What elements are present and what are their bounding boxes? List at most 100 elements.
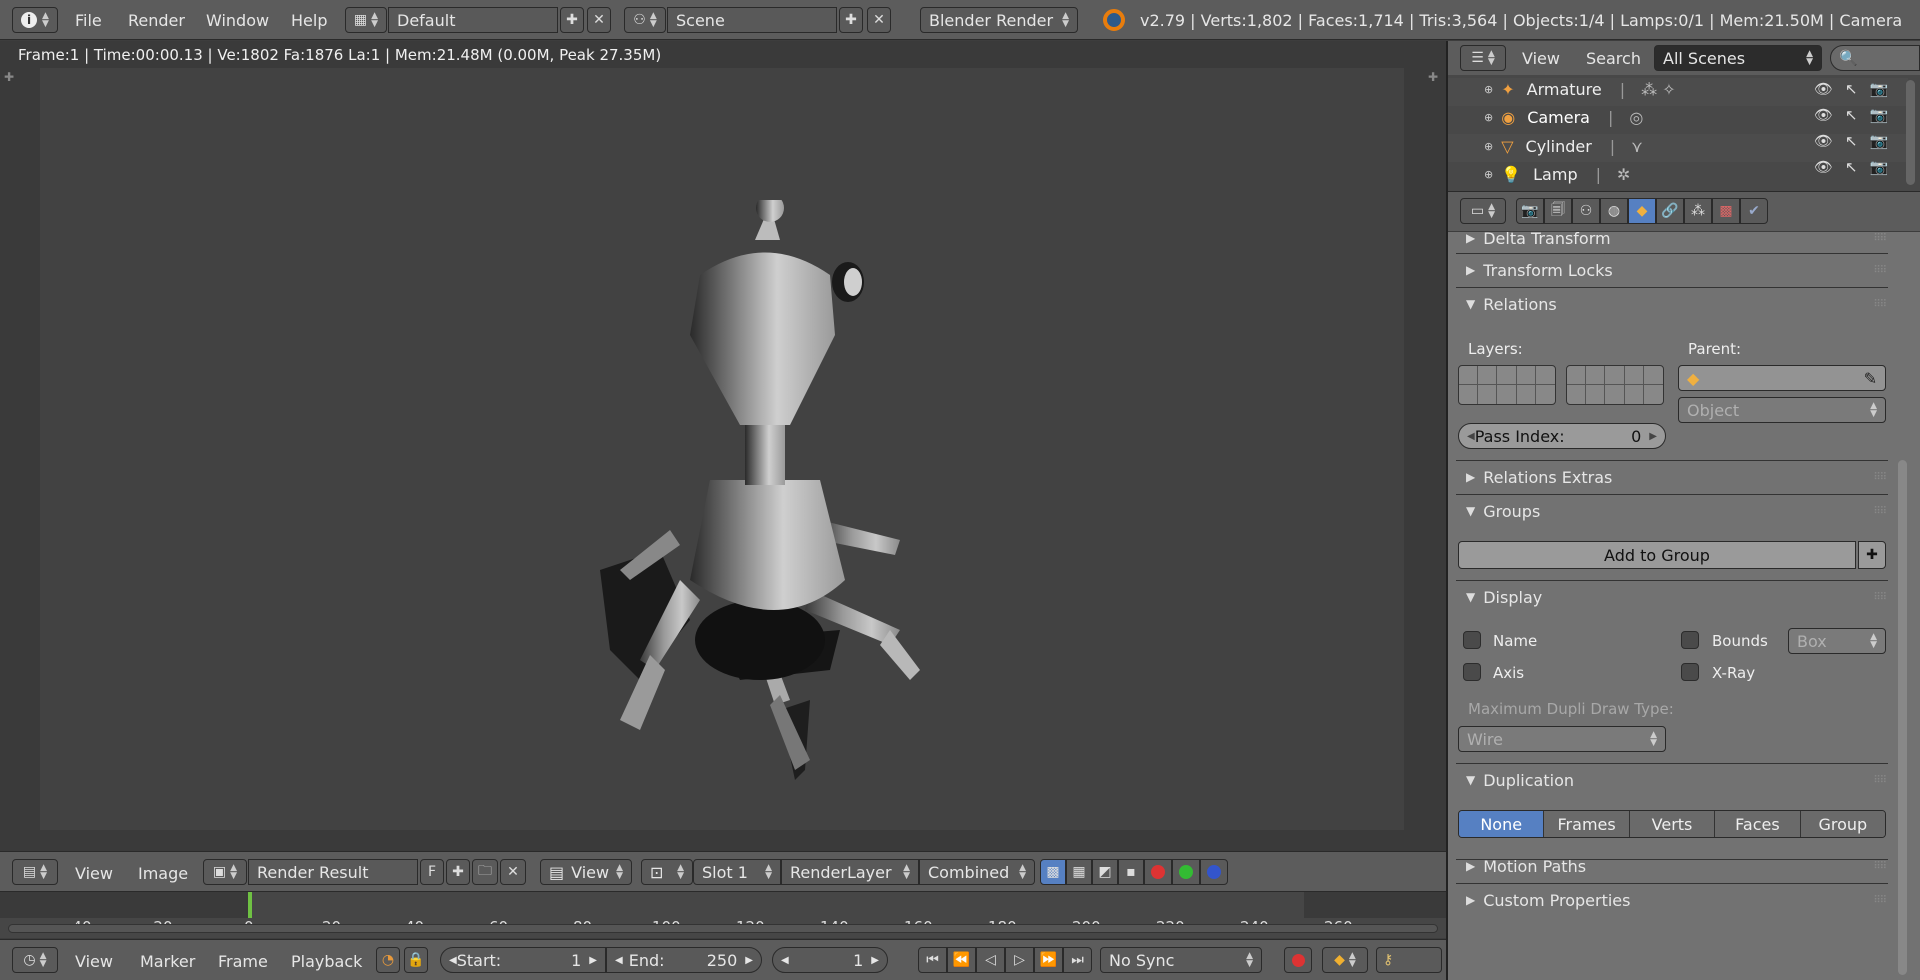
- parent-field[interactable]: ◆ ✎: [1678, 365, 1886, 391]
- world-tab[interactable]: ◍: [1600, 198, 1628, 224]
- new-group-button[interactable]: ✚: [1858, 541, 1886, 569]
- timeline-scrollbar[interactable]: [8, 924, 1438, 933]
- panel-motion-paths[interactable]: ▶ Motion Paths ⠿⠿: [1466, 854, 1887, 878]
- dup-frames-button[interactable]: Frames: [1544, 811, 1630, 837]
- green-channel-button[interactable]: [1172, 859, 1200, 885]
- expand-icon[interactable]: ⊕: [1484, 140, 1493, 153]
- cursor-icon[interactable]: ↖: [1845, 80, 1858, 98]
- red-channel-button[interactable]: [1144, 859, 1172, 885]
- panel-delta-transform[interactable]: ▶ Delta Transform ⠿⠿: [1466, 226, 1886, 250]
- eye-icon[interactable]: 👁: [1814, 106, 1833, 124]
- start-frame-field[interactable]: ◀ Start: 1 ▶: [440, 947, 606, 973]
- outliner-item-armature[interactable]: ⊕ ✦ Armature | ⁂ ✧: [1484, 80, 1676, 99]
- alpha-button[interactable]: ◩: [1092, 859, 1118, 885]
- jump-end-button[interactable]: ⏭: [1063, 947, 1092, 973]
- render-layer-select[interactable]: RenderLayer ▲ ▼: [781, 859, 919, 885]
- add-layout-button[interactable]: ✚: [560, 7, 584, 33]
- menu-frame[interactable]: Frame: [218, 952, 268, 971]
- dupli-draw-type-select[interactable]: Wire ▲ ▼: [1458, 726, 1666, 752]
- color-button[interactable]: ▦: [1066, 859, 1092, 885]
- menu-image[interactable]: Image: [138, 864, 188, 883]
- pass-index-field[interactable]: ◀ Pass Index: 0 ▶: [1458, 423, 1666, 449]
- preview-range-button[interactable]: ◔: [376, 947, 400, 973]
- jump-start-button[interactable]: ⏮: [918, 947, 947, 973]
- expand-icon[interactable]: ⊕: [1484, 111, 1493, 124]
- dup-verts-button[interactable]: Verts: [1629, 811, 1716, 837]
- unlink-image-button[interactable]: ✕: [500, 859, 526, 885]
- prev-keyframe-button[interactable]: ⏪: [947, 947, 976, 973]
- menu-window[interactable]: Window: [206, 11, 269, 30]
- render-camera-icon[interactable]: 📷: [1870, 80, 1889, 98]
- scene-tab[interactable]: ⚇: [1572, 198, 1600, 224]
- image-browse-button[interactable]: ▣ ▲ ▼: [203, 859, 247, 885]
- editor-type-timeline-button[interactable]: ◷ ▲ ▼: [12, 947, 58, 973]
- scene-field[interactable]: Scene: [667, 7, 837, 33]
- cursor-icon[interactable]: ↖: [1845, 158, 1858, 176]
- panel-transform-locks[interactable]: ▶ Transform Locks ⠿⠿: [1466, 258, 1887, 282]
- texture-tab[interactable]: ▩: [1712, 198, 1740, 224]
- record-button[interactable]: [1284, 947, 1312, 973]
- outliner-item-lamp[interactable]: ⊕ 💡 Lamp | ✲: [1484, 165, 1630, 184]
- image-name-field[interactable]: Render Result: [248, 859, 418, 885]
- display-xray-checkbox[interactable]: [1681, 663, 1699, 681]
- render-layers-tab[interactable]: 🗐: [1544, 198, 1572, 224]
- eyedropper-icon[interactable]: ✎: [1864, 369, 1877, 388]
- bounds-type-select[interactable]: Box ▲ ▼: [1788, 628, 1886, 654]
- eye-icon[interactable]: 👁: [1814, 158, 1833, 176]
- pivot-select[interactable]: ⊡ ▲ ▼: [641, 859, 693, 885]
- dup-faces-button[interactable]: Faces: [1715, 811, 1801, 837]
- scene-icon-button[interactable]: ⚇ ▲ ▼: [624, 7, 666, 33]
- panel-relations[interactable]: ▼ Relations ⠿⠿: [1466, 292, 1887, 316]
- display-name-checkbox[interactable]: [1463, 631, 1481, 649]
- corner-plus-right[interactable]: ✚: [1428, 70, 1438, 84]
- sync-mode-select[interactable]: No Sync ▲ ▼: [1100, 947, 1262, 973]
- render-camera-icon[interactable]: 📷: [1870, 132, 1889, 150]
- layer-grid-1[interactable]: [1458, 365, 1556, 405]
- view-mode-select[interactable]: ▤ View ▲ ▼: [540, 859, 632, 885]
- editor-type-properties-button[interactable]: ▭ ▲ ▼: [1460, 198, 1506, 224]
- eye-icon[interactable]: 👁: [1814, 132, 1833, 150]
- dup-group-button[interactable]: Group: [1800, 811, 1885, 837]
- panel-display[interactable]: ▼ Display ⠿⠿: [1466, 585, 1887, 609]
- screen-layout-field[interactable]: Default: [388, 7, 558, 33]
- current-frame-field[interactable]: ◀ 1 ▶: [772, 947, 888, 973]
- panel-duplication[interactable]: ▼ Duplication ⠿⠿: [1466, 768, 1887, 792]
- layer-grid-2[interactable]: [1566, 365, 1664, 405]
- outliner-scrollbar[interactable]: [1906, 80, 1915, 185]
- open-image-button[interactable]: 🗀: [472, 859, 498, 885]
- delete-layout-button[interactable]: ✕: [587, 7, 611, 33]
- new-image-button[interactable]: ✚: [446, 859, 470, 885]
- slot-select[interactable]: Slot 1 ▲ ▼: [693, 859, 781, 885]
- play-reverse-button[interactable]: ◁: [976, 947, 1005, 973]
- fake-user-button[interactable]: F: [420, 859, 444, 885]
- color-alpha-button[interactable]: ▩: [1040, 859, 1066, 885]
- parent-type-select[interactable]: Object ▲ ▼: [1678, 397, 1886, 423]
- render-pass-select[interactable]: Combined ▲ ▼: [919, 859, 1035, 885]
- dup-none-button[interactable]: None: [1459, 811, 1545, 837]
- outliner-menu-view[interactable]: View: [1522, 49, 1560, 68]
- cursor-icon[interactable]: ↖: [1845, 132, 1858, 150]
- screen-layout-icon-button[interactable]: ▦ ▲ ▼: [345, 7, 387, 33]
- physics-tab[interactable]: ✔: [1740, 198, 1768, 224]
- outliner-item-camera[interactable]: ⊕ ◉ Camera | ◎: [1484, 108, 1643, 127]
- object-tab[interactable]: ◆: [1628, 198, 1656, 224]
- menu-timeline-view[interactable]: View: [75, 952, 113, 971]
- keying-set-button[interactable]: ◆ ▲ ▼: [1322, 947, 1368, 973]
- end-frame-field[interactable]: ◀ End: 250 ▶: [606, 947, 762, 973]
- display-bounds-checkbox[interactable]: [1681, 631, 1699, 649]
- next-keyframe-button[interactable]: ⏩: [1034, 947, 1063, 973]
- menu-help[interactable]: Help: [291, 11, 327, 30]
- zbuffer-button[interactable]: ▪: [1118, 859, 1144, 885]
- play-button[interactable]: ▷: [1005, 947, 1034, 973]
- delete-scene-button[interactable]: ✕: [867, 7, 891, 33]
- outliner-item-cylinder[interactable]: ⊕ ▽ Cylinder | ⋎: [1484, 137, 1643, 156]
- menu-marker[interactable]: Marker: [140, 952, 195, 971]
- cursor-icon[interactable]: ↖: [1845, 106, 1858, 124]
- corner-plus-left[interactable]: ✚: [4, 70, 14, 84]
- menu-render[interactable]: Render: [128, 11, 185, 30]
- display-axis-checkbox[interactable]: [1463, 663, 1481, 681]
- render-engine-select[interactable]: Blender Render ▲ ▼: [920, 7, 1078, 33]
- panel-groups[interactable]: ▼ Groups ⠿⠿: [1466, 499, 1887, 523]
- editor-type-image-button[interactable]: ▤ ▲ ▼: [12, 859, 58, 885]
- editor-type-info-button[interactable]: i ▲ ▼: [12, 7, 58, 33]
